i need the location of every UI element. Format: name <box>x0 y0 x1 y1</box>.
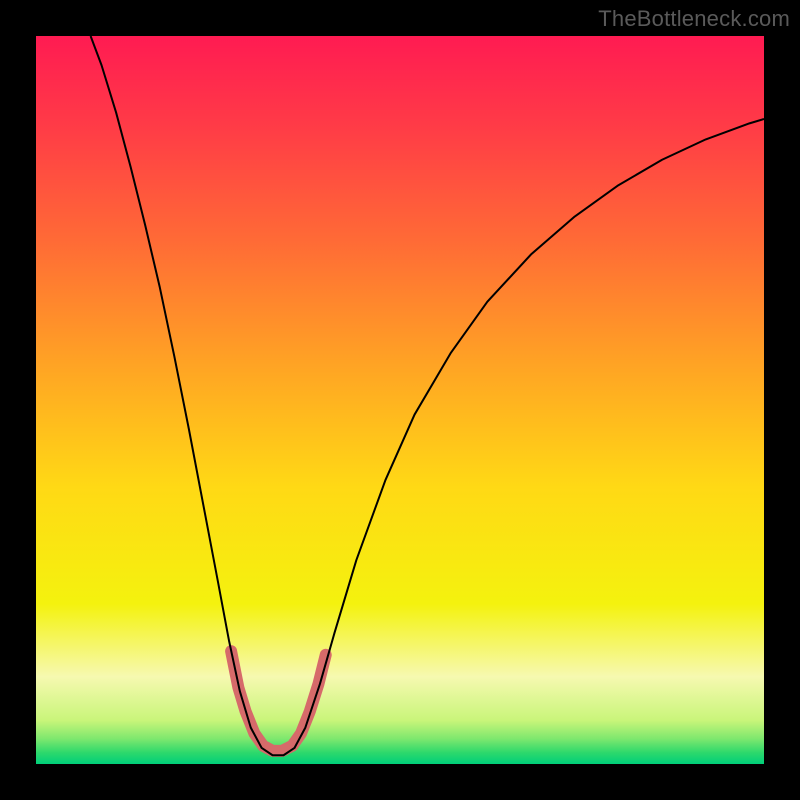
chart-frame: TheBottleneck.com <box>0 0 800 800</box>
chart-svg <box>36 36 764 764</box>
watermark-text: TheBottleneck.com <box>598 6 790 32</box>
gradient-background <box>36 36 764 764</box>
plot-area <box>36 36 764 764</box>
